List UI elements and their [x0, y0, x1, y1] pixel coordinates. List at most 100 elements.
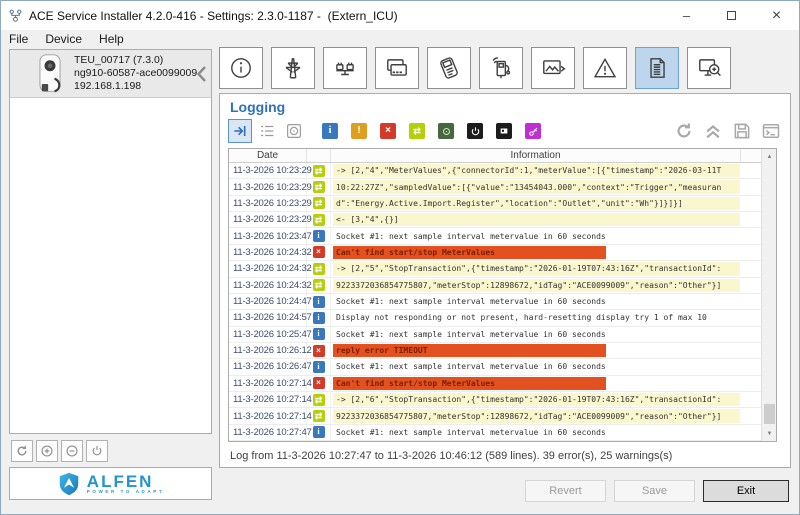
add-device-button[interactable] — [36, 440, 58, 462]
exit-button[interactable]: Exit — [703, 480, 789, 502]
chevron-left-icon[interactable] — [197, 65, 207, 82]
collapse-all-button[interactable] — [702, 120, 724, 142]
tab-logging[interactable] — [635, 47, 679, 89]
log-row[interactable]: 11-3-2026 10:24:32 ⇄ 9223372036854775807… — [229, 277, 761, 294]
revert-button[interactable]: Revert — [525, 480, 606, 502]
filter-warning-button[interactable]: ! — [351, 123, 367, 139]
footer-buttons: Revert Save Exit — [525, 480, 789, 502]
column-header-icon[interactable] — [307, 149, 331, 162]
device-list-item[interactable]: TEU_00717 (7.3.0) ng910-60587-ace0099009… — [10, 50, 211, 98]
log-message: Socket #1: next sample interval meterval… — [336, 427, 606, 437]
log-date: 11-3-2026 10:27:14 — [229, 408, 312, 424]
log-row[interactable]: 11-3-2026 10:26:47 i Socket #1: next sam… — [229, 359, 761, 376]
tab-display-image[interactable] — [531, 47, 575, 89]
log-row[interactable]: 11-3-2026 10:27:47 i Socket #1: next sam… — [229, 424, 761, 442]
log-row[interactable]: 11-3-2026 10:24:57 i Display not respond… — [229, 310, 761, 327]
log-date: 11-3-2026 10:23:29 — [229, 195, 312, 212]
filter-error-button[interactable]: × — [380, 123, 396, 139]
log-row[interactable]: 11-3-2026 10:23:29 ⇄ 10:22:27Z","sampled… — [229, 179, 761, 196]
device-info-icon — [228, 55, 254, 81]
refresh-icon — [15, 444, 29, 458]
log-row[interactable]: 11-3-2026 10:23:29 ⇄ -> [2,"4","MeterVal… — [229, 163, 761, 180]
log-row[interactable]: 11-3-2026 10:26:12 × reply error TIMEOUT — [229, 342, 761, 360]
log-row[interactable]: 11-3-2026 10:23:29 ⇄ d":"Energy.Active.I… — [229, 195, 761, 213]
column-header-information[interactable]: Information — [331, 149, 741, 162]
log-date: 11-3-2026 10:26:12 — [229, 342, 312, 359]
log-row[interactable]: 11-3-2026 10:24:32 ⇄ -> [2,"5","StopTran… — [229, 261, 761, 278]
msg-log-icon: ⇄ — [312, 213, 325, 226]
power-device-button[interactable] — [86, 440, 108, 462]
log-date: 11-3-2026 10:25:47 — [229, 326, 312, 342]
filter-info-button[interactable]: i — [322, 123, 338, 139]
scrollbar-thumb[interactable] — [764, 404, 775, 424]
power-icon — [90, 444, 104, 458]
tab-diagnostics[interactable] — [687, 47, 731, 89]
log-status-text: Log from 11-3-2026 10:27:47 to 11-3-2026… — [230, 450, 673, 462]
grid-connection-icon — [280, 55, 306, 81]
scroll-up-icon[interactable]: ▲ — [762, 149, 777, 164]
filter-terminal-button[interactable] — [496, 123, 512, 139]
menu-help[interactable]: Help — [99, 32, 133, 46]
maximize-button[interactable] — [709, 1, 754, 30]
title-bar: ACE Service Installer 4.2.0-416 - Settin… — [1, 1, 799, 30]
log-row[interactable]: 11-3-2026 10:24:32 × Can't find start/st… — [229, 244, 761, 262]
log-date: 11-3-2026 10:23:47 — [229, 228, 312, 244]
log-date: 11-3-2026 10:27:14 — [229, 375, 312, 392]
log-filter-bar: i! × ⇄ — [228, 118, 782, 144]
log-message: Can't find start/stop MeterValues — [333, 376, 606, 391]
menu-file[interactable]: File — [9, 32, 37, 46]
filter-power-button[interactable] — [467, 123, 483, 139]
tab-grid-connection[interactable] — [271, 47, 315, 89]
minimize-button[interactable]: – — [664, 1, 709, 30]
log-row[interactable]: 11-3-2026 10:27:14 ⇄ -> [2,"6","StopTran… — [229, 392, 761, 409]
tab-authorization-cards[interactable] — [375, 47, 419, 89]
log-row[interactable]: 11-3-2026 10:25:47 i Socket #1: next sam… — [229, 326, 761, 343]
filter-session-button[interactable] — [438, 123, 454, 139]
log-table-header: Date Information — [229, 149, 776, 163]
tab-charging-station[interactable] — [479, 47, 523, 89]
app-window: ACE Service Installer 4.2.0-416 - Settin… — [0, 0, 800, 515]
log-date: 11-3-2026 10:24:47 — [229, 293, 312, 310]
tab-load-balancing[interactable] — [323, 47, 367, 89]
remove-device-button[interactable] — [61, 440, 83, 462]
filter-message-button[interactable]: ⇄ — [409, 123, 425, 139]
logging-title: Logging — [230, 99, 286, 115]
log-row[interactable]: 11-3-2026 10:23:47 i Socket #1: next sam… — [229, 228, 761, 245]
device-serial: ng910-60587-ace0099009 — [74, 67, 198, 79]
msg-log-icon: ⇄ — [312, 393, 325, 406]
brand-tagline: POWER TO ADAPT — [86, 488, 165, 494]
log-row[interactable]: 11-3-2026 10:27:14 ⇄ 9223372036854775807… — [229, 408, 761, 425]
app-icon — [8, 8, 23, 23]
log-row[interactable]: 11-3-2026 10:23:29 ⇄ <- [3,"4",{}] — [229, 212, 761, 229]
refresh-devices-button[interactable] — [11, 440, 33, 462]
brand-box: ALFEN POWER TO ADAPT — [9, 467, 212, 500]
menu-device[interactable]: Device — [45, 32, 91, 46]
close-button[interactable]: × — [754, 1, 799, 30]
logging-icon — [644, 55, 670, 81]
filter-follow-tail-button[interactable] — [228, 119, 252, 143]
save-log-button[interactable] — [731, 120, 753, 142]
tab-payment-terminal[interactable] — [427, 47, 471, 89]
scroll-down-icon[interactable]: ▼ — [762, 426, 777, 441]
console-button[interactable] — [760, 120, 782, 142]
msg-log-icon: ⇄ — [312, 410, 325, 423]
refresh-button[interactable] — [673, 120, 695, 142]
filter-key-button[interactable] — [525, 123, 541, 139]
info-log-icon: i — [312, 360, 325, 373]
tab-error-warning[interactable] — [583, 47, 627, 89]
filter-list-button[interactable] — [255, 119, 279, 143]
log-message: <- [3,"4",{}] — [333, 213, 740, 227]
filter-record-button[interactable] — [282, 119, 306, 143]
info-log-icon: i — [312, 426, 325, 439]
log-message: Socket #1: next sample interval meterval… — [336, 362, 606, 372]
error-log-icon: × — [312, 344, 325, 357]
info-log-icon: i — [312, 328, 325, 341]
tab-device-info[interactable] — [219, 47, 263, 89]
save-button[interactable]: Save — [614, 480, 695, 502]
column-header-date[interactable]: Date — [229, 149, 307, 162]
log-scrollbar[interactable]: ▲ ▼ — [761, 149, 776, 441]
log-message: d":"Energy.Active.Import.Register","loca… — [333, 196, 740, 211]
log-row[interactable]: 11-3-2026 10:27:14 × Can't find start/st… — [229, 375, 761, 393]
log-row[interactable]: 11-3-2026 10:24:47 i Socket #1: next sam… — [229, 293, 761, 311]
plus-circle-icon — [40, 444, 54, 458]
